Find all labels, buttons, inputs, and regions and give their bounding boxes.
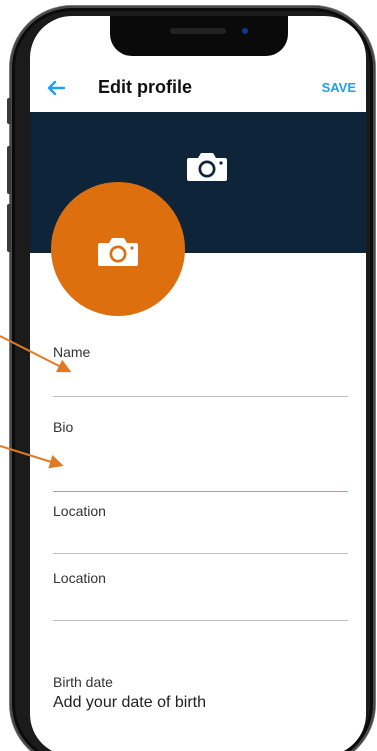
location-underline-2 [53, 620, 348, 621]
mute-switch [7, 98, 11, 124]
location-input[interactable] [53, 527, 348, 553]
camera-icon[interactable] [97, 235, 139, 267]
volume-down-button [7, 204, 11, 252]
phone-screen: Edit profile SAVE Name Bio Location Loca… [30, 16, 366, 751]
location-underline [53, 553, 348, 554]
name-underline [53, 396, 348, 397]
top-app-bar: Edit profile SAVE [30, 68, 366, 108]
volume-up-button [7, 146, 11, 194]
camera-icon[interactable] [186, 150, 228, 182]
name-field: Name [53, 344, 348, 397]
speaker-grille [170, 28, 226, 34]
save-button[interactable]: SAVE [322, 80, 356, 95]
location-field: Location [53, 503, 348, 554]
location-field-2: Location [53, 570, 348, 621]
location-label-2: Location [53, 570, 106, 586]
bio-field: Bio [53, 419, 348, 492]
location-label: Location [53, 503, 106, 519]
bio-input[interactable] [53, 465, 348, 491]
birth-date-field[interactable]: Birth date Add your date of birth [53, 674, 348, 712]
birth-date-value[interactable]: Add your date of birth [53, 694, 348, 712]
bio-underline [53, 491, 348, 492]
back-button[interactable] [44, 76, 68, 100]
front-camera [242, 28, 248, 34]
location-input-2[interactable] [53, 594, 348, 620]
avatar[interactable] [51, 182, 185, 316]
notch [110, 16, 288, 56]
birth-date-label: Birth date [53, 674, 113, 690]
name-label: Name [53, 344, 91, 360]
canvas: Edit profile SAVE Name Bio Location Loca… [0, 0, 377, 751]
name-input[interactable] [53, 370, 348, 396]
page-title: Edit profile [98, 77, 192, 97]
arrow-left-icon [47, 80, 66, 96]
bio-label: Bio [53, 419, 74, 435]
